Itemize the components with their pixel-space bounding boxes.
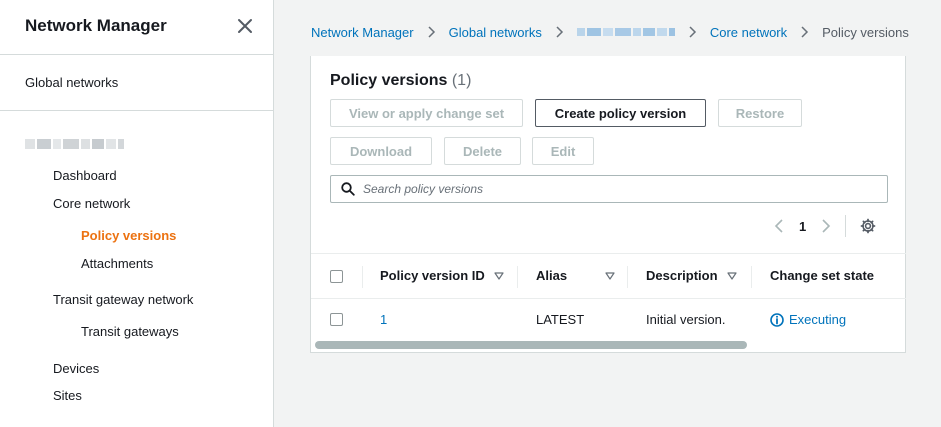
view-apply-change-set-button[interactable]: View or apply change set [330,99,523,127]
column-label: Change set state [770,268,875,283]
sidebar: Network Manager Global networks Dashboar… [0,0,274,427]
breadcrumb: Network Manager Global networks Core net… [311,23,909,41]
breadcrumb-redacted-network[interactable] [576,28,675,36]
create-policy-version-button[interactable]: Create policy version [535,99,706,127]
chevron-right-icon [428,26,435,38]
info-icon [770,312,784,327]
sidebar-title: Network Manager [25,16,167,35]
sidebar-item-sites[interactable]: Sites [53,388,82,403]
search-icon [341,182,355,196]
change-set-state-text: Executing [789,312,847,327]
table-header: Policy version ID Alias Description Chan… [311,253,906,299]
select-all-checkbox[interactable] [330,270,343,283]
column-label: Policy version ID [380,268,485,283]
gear-icon[interactable] [860,218,876,234]
chevron-right-icon[interactable] [821,219,831,233]
download-button[interactable]: Download [330,137,432,165]
sidebar-item-devices[interactable]: Devices [53,361,99,376]
sidebar-item-transit-gateways[interactable]: Transit gateways [81,324,179,339]
panel-title-text: Policy versions [330,72,448,89]
breadcrumb-global-networks[interactable]: Global networks [449,25,542,40]
sort-icon [726,271,737,280]
chevron-right-icon [689,26,696,38]
column-divider [362,266,363,288]
sidebar-item-policy-versions[interactable]: Policy versions [81,228,176,243]
restore-button[interactable]: Restore [718,99,802,127]
search-input[interactable] [363,182,863,196]
description-cell: Initial version. [646,312,726,327]
alias-cell: LATEST [536,312,585,327]
row-checkbox[interactable] [330,313,343,326]
sidebar-item-dashboard[interactable]: Dashboard [53,168,117,183]
change-set-state-cell: Executing [770,312,846,327]
breadcrumb-policy-versions: Policy versions [822,24,909,40]
column-header-alias[interactable]: Alias [536,268,615,283]
pagination-divider [845,215,847,237]
chevron-right-icon [556,26,563,38]
column-divider [627,266,628,288]
column-header-change-set-state[interactable]: Change set state [770,268,874,283]
column-label: Alias [536,268,568,283]
breadcrumb-network-manager[interactable]: Network Manager [311,25,414,40]
pagination: 1 [774,215,876,237]
sidebar-divider [0,110,273,111]
column-label: Description [646,268,718,283]
policy-version-id-link[interactable]: 1 [380,312,387,327]
sort-icon [494,271,504,280]
breadcrumb-core-network[interactable]: Core network [710,25,787,40]
current-page-number[interactable]: 1 [799,219,806,234]
scrollbar-thumb[interactable] [315,341,747,349]
search-field[interactable] [330,175,888,203]
column-divider [751,266,752,288]
panel-title-count: (1) [451,72,472,89]
sidebar-item-global-networks[interactable]: Global networks [25,75,118,90]
horizontal-scrollbar[interactable] [314,341,904,349]
chevron-right-icon [801,26,809,38]
sort-icon [605,271,615,280]
chevron-left-icon[interactable] [774,219,784,233]
sidebar-item-transit-gateway-network[interactable]: Transit gateway network [53,292,193,307]
sidebar-item-attachments[interactable]: Attachments [81,256,153,271]
delete-button[interactable]: Delete [444,137,521,165]
table-row[interactable]: 1 LATEST Initial version. Executing [311,300,906,338]
sidebar-header: Network Manager [0,0,273,55]
redacted-network-name [25,139,124,149]
policy-versions-panel: Policy versions (1) View or apply change… [310,56,906,353]
panel-title: Policy versions (1) [330,72,471,90]
close-icon[interactable] [236,17,254,35]
edit-button[interactable]: Edit [532,137,594,165]
sidebar-item-core-network[interactable]: Core network [53,196,130,211]
column-header-policy-version-id[interactable]: Policy version ID [380,268,504,283]
column-divider [517,266,518,288]
column-header-description[interactable]: Description [646,268,737,283]
